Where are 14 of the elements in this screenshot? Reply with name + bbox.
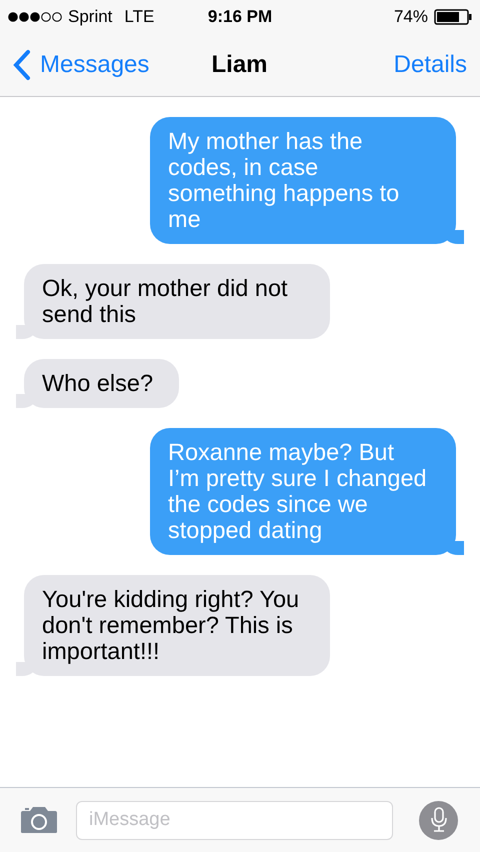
contact-name: Liam <box>212 51 268 79</box>
carrier-name: Sprint <box>68 7 112 27</box>
back-chevron-icon <box>12 49 32 81</box>
microphone-button[interactable] <box>419 800 458 840</box>
network-type: LTE <box>124 7 154 27</box>
clock-time: 9:16 PM <box>208 7 272 27</box>
details-link[interactable]: Details <box>394 51 468 79</box>
back-button[interactable]: Messages <box>12 49 150 81</box>
battery-percentage: 74% <box>394 7 428 27</box>
message-input-field[interactable]: iMessage <box>76 800 393 840</box>
camera-icon[interactable] <box>20 806 58 834</box>
microphone-icon <box>430 807 448 833</box>
signal-icon <box>8 12 62 22</box>
battery-icon <box>434 9 472 25</box>
